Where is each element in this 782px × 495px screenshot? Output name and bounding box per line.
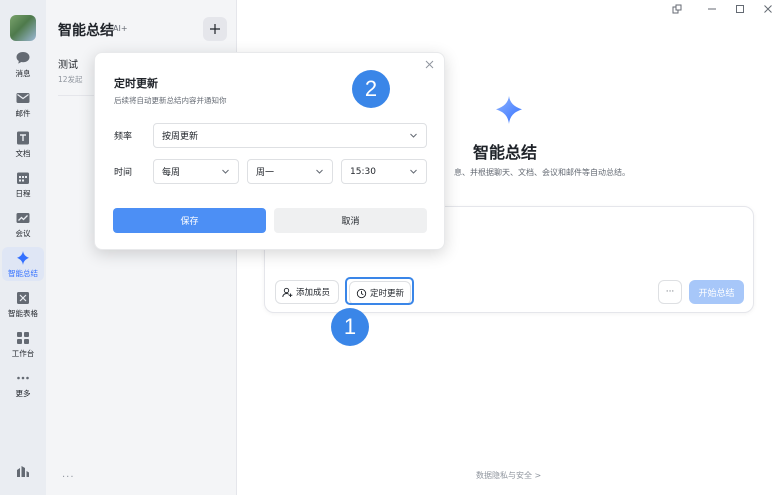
schedule-update-dialog: 定时更新 后续将自动更新总结内容并通知你 频率 按周更新 时间 每周 周一 15…: [94, 52, 445, 250]
workbench-icon: [15, 330, 31, 346]
meeting-icon: [15, 210, 31, 226]
ai-badge: AI+: [113, 24, 128, 33]
nav-rail: 消息 邮件 文档 日程 会议 智能总结 智能表格 工作台 更多: [0, 0, 46, 495]
main-title: 智能总结: [473, 143, 538, 162]
nav-item-label: 更多: [15, 389, 31, 398]
weekday-value: 周一: [256, 168, 275, 178]
list-item-subtitle: 12发起: [58, 75, 83, 84]
weekday-select[interactable]: 周一: [247, 159, 333, 184]
nav-item-workbench[interactable]: 工作台: [2, 327, 44, 361]
chevron-down-icon: [410, 169, 417, 174]
close-icon: [425, 60, 433, 68]
smart-table-icon: [15, 290, 31, 306]
pin-icon: [672, 4, 682, 14]
save-button[interactable]: 保存: [113, 208, 266, 233]
chevron-down-icon: [222, 169, 229, 174]
time-select[interactable]: 15:30: [341, 159, 427, 184]
close-icon: [764, 5, 772, 13]
close-window-button[interactable]: [762, 3, 774, 15]
nav-item-meetings[interactable]: 会议: [2, 207, 44, 241]
nav-item-label: 日程: [15, 189, 31, 198]
nav-item-calendar[interactable]: 日程: [2, 167, 44, 201]
nav-item-smart-summary[interactable]: 智能总结: [2, 247, 44, 281]
privacy-link[interactable]: 数据隐私与安全 >: [476, 470, 541, 481]
nav-item-label: 智能表格: [8, 309, 38, 318]
minimize-button[interactable]: [706, 3, 718, 15]
time-label: 时间: [114, 168, 133, 178]
list-more-button[interactable]: ···: [62, 472, 75, 483]
nav-item-label: 工作台: [11, 349, 35, 358]
nav-item-mail[interactable]: 邮件: [2, 87, 44, 121]
frequency-select[interactable]: 按周更新: [153, 123, 427, 148]
avatar[interactable]: [10, 15, 36, 41]
period-value: 每周: [162, 168, 181, 178]
chevron-down-icon: [410, 133, 417, 138]
more-dots-icon: [15, 370, 31, 386]
sparkle-icon: [15, 250, 31, 266]
dialog-description: 后续将自动更新总结内容并通知你: [114, 96, 227, 105]
period-select[interactable]: 每周: [153, 159, 239, 184]
maximize-icon: [736, 5, 744, 13]
main-subtitle: 息、并根据聊天、文档、会议和邮件等自动总结。: [454, 168, 630, 177]
dialog-close-button[interactable]: [422, 57, 436, 71]
start-summary-button[interactable]: 开始总结: [689, 280, 744, 304]
nav-item-label: 智能总结: [8, 269, 38, 278]
maximize-button[interactable]: [734, 3, 746, 15]
pin-window-button[interactable]: [671, 3, 683, 15]
time-value: 15:30: [350, 166, 376, 177]
list-item-title[interactable]: 测试: [58, 56, 78, 71]
chevron-down-icon: [316, 169, 323, 174]
add-summary-button[interactable]: [203, 17, 227, 41]
plus-icon: [210, 24, 220, 34]
dialog-title: 定时更新: [114, 77, 158, 90]
nav-item-label: 会议: [15, 229, 31, 238]
list-title: 智能总结: [58, 23, 114, 39]
calendar-icon: [15, 170, 31, 186]
add-member-button[interactable]: 添加成员: [275, 280, 339, 304]
step-marker-2: 2: [352, 70, 390, 108]
highlight-box: [345, 277, 414, 305]
nav-item-smart-table[interactable]: 智能表格: [2, 287, 44, 321]
step-marker-1: 1: [331, 308, 369, 346]
nav-item-messages[interactable]: 消息: [2, 47, 44, 81]
cancel-button[interactable]: 取消: [274, 208, 427, 233]
frequency-value: 按周更新: [162, 132, 199, 142]
chat-bubble-icon: [15, 50, 31, 66]
mail-icon: [15, 90, 31, 106]
nav-item-label: 邮件: [15, 109, 31, 118]
frequency-label: 频率: [114, 132, 133, 142]
nav-item-docs[interactable]: 文档: [2, 127, 44, 161]
add-user-icon: [282, 287, 293, 297]
apps-icon[interactable]: [15, 463, 31, 479]
nav-item-more[interactable]: 更多: [2, 367, 44, 401]
nav-item-label: 文档: [15, 149, 31, 158]
sparkle-icon: [496, 96, 522, 124]
minimize-icon: [708, 8, 716, 10]
nav-item-label: 消息: [15, 69, 31, 78]
more-options-button[interactable]: ···: [658, 280, 682, 304]
document-icon: [15, 130, 31, 146]
add-member-label: 添加成员: [296, 288, 331, 298]
